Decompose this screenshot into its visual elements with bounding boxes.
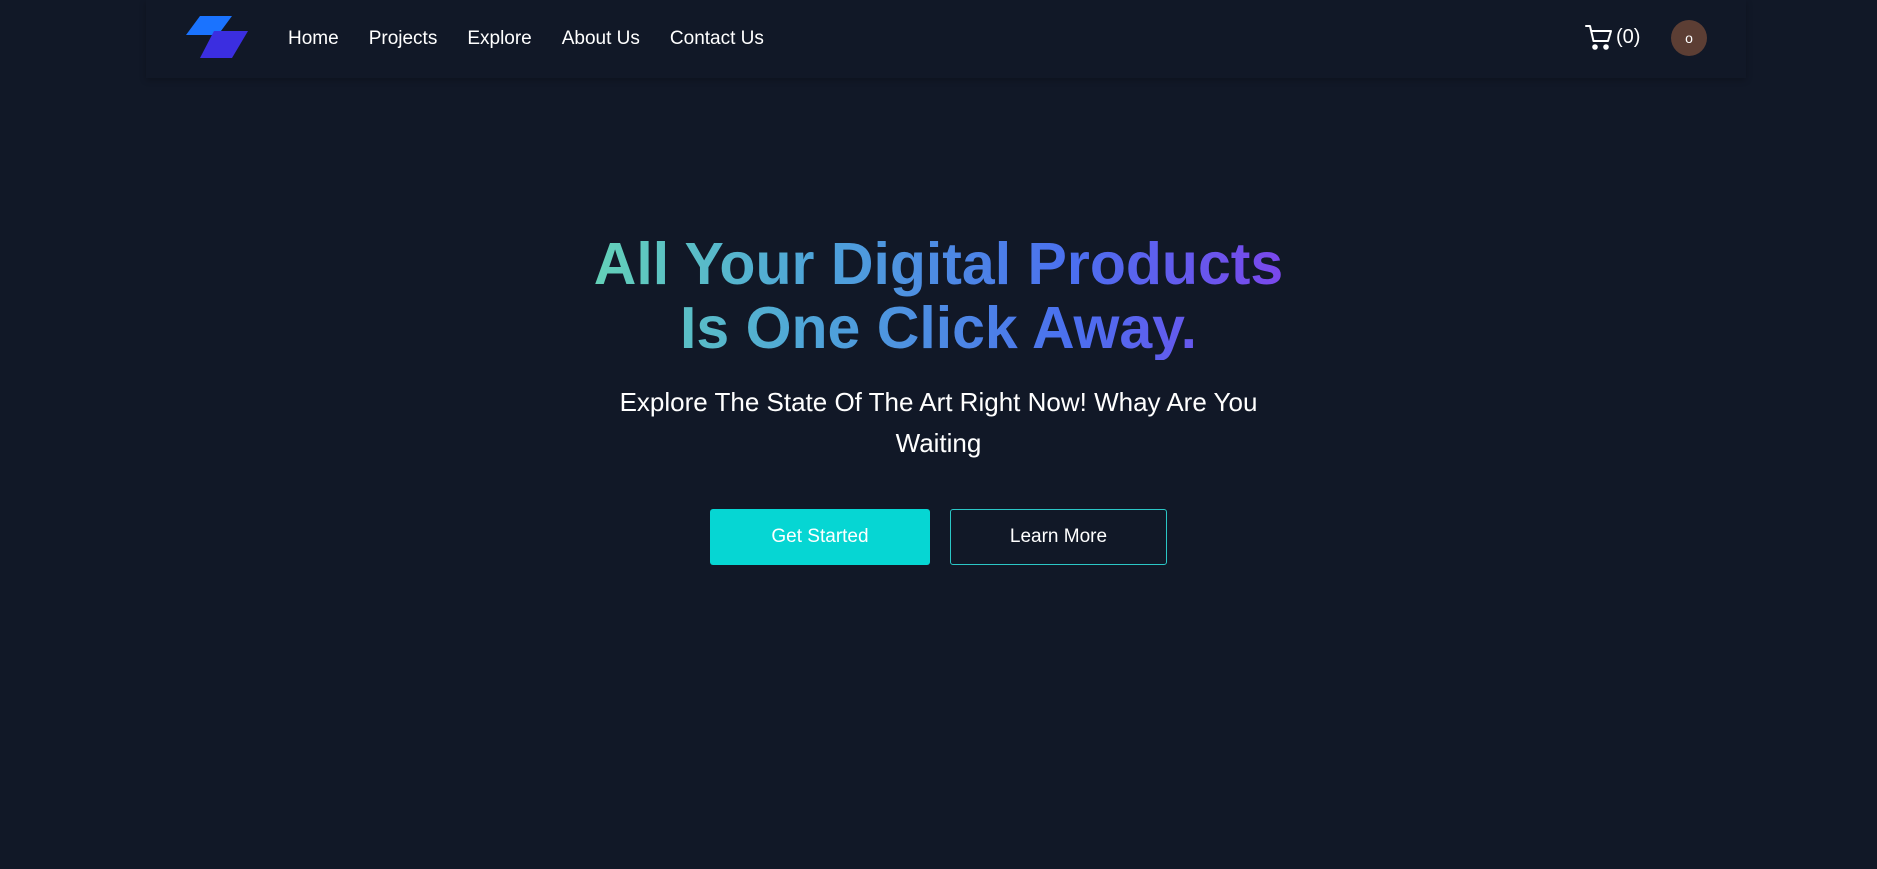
nav-link-home[interactable]: Home <box>288 26 339 51</box>
navbar: Home Projects Explore About Us Contact U… <box>146 0 1746 78</box>
hero-headline-line2: Is One Click Away. <box>679 295 1198 361</box>
hero-buttons: Get Started Learn More <box>0 509 1877 565</box>
hero-headline-line1: All Your Digital Products <box>593 231 1284 297</box>
cart-button[interactable]: (0) <box>1584 22 1640 52</box>
avatar[interactable]: o <box>1671 20 1707 56</box>
nav-link-projects[interactable]: Projects <box>369 26 438 51</box>
hero-headline: All Your Digital Products Is One Click A… <box>489 232 1389 360</box>
brand-logo-icon[interactable] <box>186 16 248 60</box>
hero-subtitle: Explore The State Of The Art Right Now! … <box>619 387 1258 458</box>
shopping-cart-icon <box>1585 25 1612 50</box>
learn-more-button[interactable]: Learn More <box>950 509 1167 565</box>
get-started-button[interactable]: Get Started <box>710 509 930 565</box>
nav-link-contact-us[interactable]: Contact Us <box>670 26 764 51</box>
hero-section: All Your Digital Products Is One Click A… <box>0 232 1877 565</box>
cart-count: (0) <box>1616 25 1641 48</box>
main-nav: Home Projects Explore About Us Contact U… <box>288 26 794 51</box>
page: Home Projects Explore About Us Contact U… <box>0 0 1877 869</box>
nav-link-explore[interactable]: Explore <box>467 26 531 51</box>
nav-link-about-us[interactable]: About Us <box>562 26 640 51</box>
